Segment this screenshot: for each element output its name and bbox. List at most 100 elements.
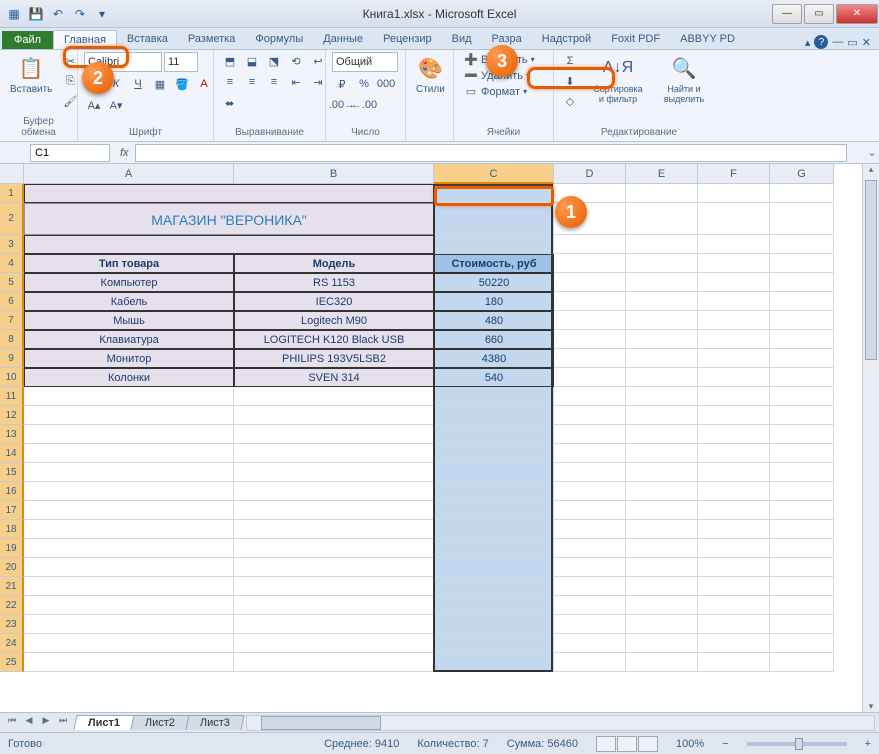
grow-font-icon[interactable]: A▴ (84, 96, 104, 114)
fill-icon[interactable]: ⬇ (560, 72, 580, 90)
cell-model-1[interactable]: IEC320 (234, 292, 434, 311)
autosum-icon[interactable]: Σ (560, 52, 580, 70)
indent-dec-icon[interactable]: ⇤ (286, 73, 306, 91)
cell-r11-4[interactable] (626, 387, 698, 406)
row-header-16[interactable]: 16 (0, 482, 24, 501)
cell-r4-5[interactable] (698, 254, 770, 273)
cell-r19-1[interactable] (234, 539, 434, 558)
dec-decimal-icon[interactable]: ←.00 (354, 96, 374, 114)
underline-button[interactable]: Ч (128, 75, 148, 93)
cell-r22-5[interactable] (698, 596, 770, 615)
page-break-icon[interactable] (638, 736, 658, 752)
cell-type-1[interactable]: Кабель (24, 292, 234, 311)
format-cells-button[interactable]: ▭Формат ▾ (460, 84, 539, 99)
cell-r12-5[interactable] (698, 406, 770, 425)
cell-r14-2[interactable] (434, 444, 554, 463)
row-header-22[interactable]: 22 (0, 596, 24, 615)
cell-r25-5[interactable] (698, 653, 770, 672)
cell-r20-2[interactable] (434, 558, 554, 577)
cell-r14-4[interactable] (626, 444, 698, 463)
align-center-icon[interactable]: ≡ (242, 73, 262, 91)
cell-r12-3[interactable] (554, 406, 626, 425)
cell-r12-4[interactable] (626, 406, 698, 425)
doc-min-icon[interactable]: — (832, 36, 843, 48)
qat-more-icon[interactable]: ▾ (92, 4, 112, 24)
percent-icon[interactable]: % (354, 75, 374, 93)
cell-r9-6[interactable] (770, 349, 834, 368)
cell-r14-1[interactable] (234, 444, 434, 463)
font-size-combo[interactable]: 11 (164, 52, 198, 72)
shrink-font-icon[interactable]: A▾ (106, 96, 126, 114)
row-header-19[interactable]: 19 (0, 539, 24, 558)
cell-r18-2[interactable] (434, 520, 554, 539)
save-icon[interactable]: 💾 (26, 4, 46, 24)
cell-type-5[interactable]: Колонки (24, 368, 234, 387)
doc-restore-icon[interactable]: ▭ (847, 36, 857, 49)
row-header-17[interactable]: 17 (0, 501, 24, 520)
col-header-A[interactable]: A (24, 164, 234, 184)
cell-r16-3[interactable] (554, 482, 626, 501)
cell-r12-0[interactable] (24, 406, 234, 425)
cell-r15-0[interactable] (24, 463, 234, 482)
row-header-14[interactable]: 14 (0, 444, 24, 463)
cell-type-0[interactable]: Компьютер (24, 273, 234, 292)
row-header-25[interactable]: 25 (0, 653, 24, 672)
cell-r4-4[interactable] (626, 254, 698, 273)
align-top-icon[interactable]: ⬒ (220, 52, 240, 70)
styles-button[interactable]: 🎨 Стили (412, 52, 449, 97)
inc-decimal-icon[interactable]: .00→ (332, 96, 352, 114)
row-header-1[interactable]: 1 (0, 184, 24, 203)
cell-r7-5[interactable] (698, 311, 770, 330)
indent-inc-icon[interactable]: ⇥ (308, 73, 328, 91)
cell-r11-0[interactable] (24, 387, 234, 406)
cell-r24-1[interactable] (234, 634, 434, 653)
cell-r19-3[interactable] (554, 539, 626, 558)
cell-r17-0[interactable] (24, 501, 234, 520)
orientation-icon[interactable]: ⟲ (286, 52, 306, 70)
close-button[interactable]: ✕ (836, 4, 878, 24)
cell-r2-5[interactable] (698, 203, 770, 235)
cell-r20-1[interactable] (234, 558, 434, 577)
cell-r18-6[interactable] (770, 520, 834, 539)
cell-r7-4[interactable] (626, 311, 698, 330)
cell-r20-4[interactable] (626, 558, 698, 577)
cell-r21-0[interactable] (24, 577, 234, 596)
cell-r24-2[interactable] (434, 634, 554, 653)
cell-r13-2[interactable] (434, 425, 554, 444)
cell-r14-6[interactable] (770, 444, 834, 463)
cell-r15-6[interactable] (770, 463, 834, 482)
cell-r16-1[interactable] (234, 482, 434, 501)
cell-r6-6[interactable] (770, 292, 834, 311)
cell-r25-6[interactable] (770, 653, 834, 672)
col-header-E[interactable]: E (626, 164, 698, 184)
cell-r8-3[interactable] (554, 330, 626, 349)
cell-c3[interactable] (434, 235, 554, 254)
cell-r23-0[interactable] (24, 615, 234, 634)
sheet-tab-0[interactable]: Лист1 (73, 715, 134, 730)
cell-cost-1[interactable]: 180 (434, 292, 554, 311)
cell-r22-1[interactable] (234, 596, 434, 615)
sheet-tab-1[interactable]: Лист2 (131, 715, 190, 730)
cell-r24-6[interactable] (770, 634, 834, 653)
col-header-B[interactable]: B (234, 164, 434, 184)
col-header-G[interactable]: G (770, 164, 834, 184)
cell-type-2[interactable]: Мышь (24, 311, 234, 330)
cell-a1b1[interactable] (24, 184, 434, 203)
wrap-text-icon[interactable]: ↩ (308, 52, 328, 70)
zoom-slider[interactable] (747, 742, 847, 746)
merge-icon[interactable]: ⬌ (220, 94, 239, 112)
cell-r19-6[interactable] (770, 539, 834, 558)
cell-r18-1[interactable] (234, 520, 434, 539)
cell-r12-6[interactable] (770, 406, 834, 425)
sheet-next-icon[interactable]: ▶ (38, 715, 54, 731)
cell-r15-1[interactable] (234, 463, 434, 482)
cell-r7-3[interactable] (554, 311, 626, 330)
cell-r18-5[interactable] (698, 520, 770, 539)
cell-r17-1[interactable] (234, 501, 434, 520)
cell-c2[interactable] (434, 203, 554, 235)
cell-r1-5[interactable] (698, 184, 770, 203)
cell-r22-4[interactable] (626, 596, 698, 615)
cell-r17-5[interactable] (698, 501, 770, 520)
cell-cost-0[interactable]: 50220 (434, 273, 554, 292)
cell-r2-6[interactable] (770, 203, 834, 235)
